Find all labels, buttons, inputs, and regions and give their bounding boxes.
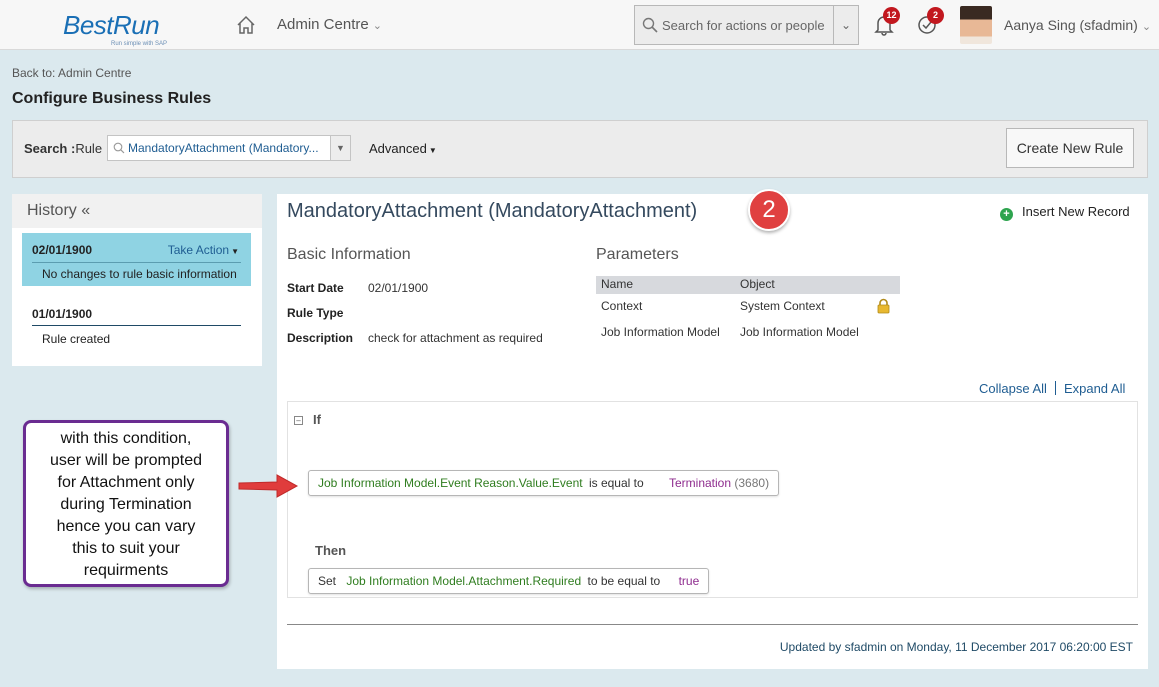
user-avatar[interactable] — [960, 6, 992, 44]
top-header: BestRun Run simple with SAP Admin Centre… — [0, 0, 1159, 50]
caret-down-icon: ▼ — [428, 146, 437, 155]
if-condition-expression[interactable]: Job Information Model.Event Reason.Value… — [308, 470, 780, 496]
back-to-admin-link[interactable]: Back to: Admin Centre — [12, 66, 131, 80]
divider — [32, 262, 241, 263]
callout-line: for Attachment only — [57, 474, 195, 491]
chevron-down-icon: ⌄ — [372, 20, 382, 32]
condition-code: (3680) — [734, 476, 770, 490]
param-name: Job Information Model — [601, 325, 720, 339]
search-label: Search :Rule — [24, 141, 102, 156]
rule-select-dropdown[interactable]: ▼ — [330, 136, 350, 160]
history-title[interactable]: History « — [12, 194, 262, 228]
admin-centre-nav[interactable]: Admin Centre ⌄ — [277, 16, 382, 33]
condition-operator: is equal to — [588, 476, 644, 490]
divider — [1054, 381, 1056, 395]
insert-new-record-link[interactable]: + Insert New Record — [1000, 204, 1130, 221]
step-number-badge: 2 — [748, 189, 790, 231]
create-new-rule-button[interactable]: Create New Rule — [1006, 128, 1134, 168]
param-name: Context — [601, 299, 643, 313]
notifications-badge: 12 — [883, 7, 900, 24]
updated-by-text: Updated by sfadmin on Monday, 11 Decembe… — [779, 640, 1133, 654]
page-title: Configure Business Rules — [12, 90, 212, 107]
callout-line: during Termination — [60, 496, 192, 513]
global-search[interactable]: Search for actions or people ⌄ — [634, 5, 859, 45]
callout-line: requirments — [83, 562, 169, 579]
lock-icon — [877, 298, 890, 314]
field-label: Description — [287, 331, 354, 345]
logo-text: BestRun — [63, 10, 160, 40]
history-item[interactable]: 01/01/1900 Rule created — [22, 300, 251, 350]
home-icon[interactable] — [235, 14, 257, 36]
history-panel: History « 02/01/1900 Take Action ▼ No cha… — [12, 194, 262, 366]
parameters-heading: Parameters — [596, 246, 679, 263]
search-dropdown-button[interactable]: ⌄ — [833, 6, 858, 44]
collapse-toggle-icon[interactable]: – — [294, 416, 303, 425]
rule-title: MandatoryAttachment (MandatoryAttachment… — [287, 200, 698, 222]
insert-record-label: Insert New Record — [1022, 204, 1130, 219]
field-label: Start Date — [287, 281, 344, 295]
search-label-rule: Rule — [75, 141, 103, 156]
collapse-all-link[interactable]: Collapse All — [979, 381, 1047, 396]
rule-expression-box: – If Job Information Model.Event Reason.… — [287, 401, 1138, 598]
action-value: true — [678, 574, 700, 588]
company-logo[interactable]: BestRun Run simple with SAP — [63, 10, 167, 47]
history-item-date: 01/01/1900 — [32, 307, 93, 321]
add-circle-icon: + — [1000, 208, 1013, 221]
field-value: 02/01/1900 — [368, 281, 429, 295]
column-header-name: Name — [601, 277, 634, 291]
take-action-menu[interactable]: Take Action ▼ — [168, 243, 239, 257]
basic-information-heading: Basic Information — [287, 246, 411, 263]
advanced-label: Advanced — [369, 141, 427, 156]
if-label: If — [313, 412, 321, 427]
field-label: Rule Type — [287, 306, 344, 320]
user-menu[interactable]: Aanya Sing (sfadmin) ⌄ — [1004, 17, 1151, 33]
take-action-label: Take Action — [167, 243, 230, 257]
callout-line: with this condition, — [60, 430, 192, 447]
rule-search-panel: Search :Rule MandatoryAttachment (Mandat… — [12, 120, 1148, 178]
callout-line: this to suit your — [72, 540, 180, 557]
rule-detail-panel: MandatoryAttachment (MandatoryAttachment… — [277, 189, 1148, 669]
action-verb: Set — [318, 574, 337, 588]
divider — [287, 624, 1138, 625]
condition-field: Job Information Model.Event Reason.Value… — [318, 476, 583, 490]
search-icon — [113, 142, 125, 154]
callout-line: user will be prompted — [49, 452, 203, 469]
then-action-expression[interactable]: Set Job Information Model.Attachment.Req… — [308, 568, 710, 594]
condition-value: Termination — [669, 476, 732, 490]
admin-centre-label: Admin Centre — [277, 16, 369, 33]
rule-select-value: MandatoryAttachment (Mandatory... — [128, 141, 319, 155]
user-name-label: Aanya Sing (sfadmin) — [1004, 17, 1138, 33]
annotation-arrow-icon — [238, 474, 299, 498]
advanced-search-toggle[interactable]: Advanced ▼ — [369, 141, 437, 156]
search-icon — [642, 17, 658, 33]
rule-select[interactable]: MandatoryAttachment (Mandatory... ▼ — [107, 135, 351, 161]
action-field: Job Information Model.Attachment.Require… — [346, 574, 582, 588]
callout-line: hence you can vary — [56, 518, 196, 535]
caret-down-icon: ▼ — [231, 247, 239, 256]
param-object: System Context — [740, 299, 825, 313]
field-value: check for attachment as required — [368, 331, 543, 345]
divider — [32, 325, 241, 326]
annotation-callout: with this condition, user will be prompt… — [23, 420, 229, 587]
table-header: Name Object — [596, 276, 900, 294]
collapse-expand-links: Collapse All Expand All — [979, 381, 1125, 396]
history-item-description: Rule created — [42, 332, 111, 346]
action-operator: to be equal to — [587, 574, 661, 588]
logo-tagline: Run simple with SAP — [111, 41, 168, 47]
history-item-date: 02/01/1900 — [32, 243, 93, 257]
parameters-table: Name Object Context System Context Job I… — [596, 276, 900, 346]
history-item-description: No changes to rule basic information — [42, 267, 237, 281]
then-label: Then — [315, 543, 347, 558]
chevron-down-icon: ⌄ — [1141, 21, 1152, 33]
search-placeholder: Search for actions or people — [662, 18, 825, 33]
column-header-object: Object — [740, 277, 775, 291]
expand-all-link[interactable]: Expand All — [1064, 381, 1125, 396]
table-row: Job Information Model Job Information Mo… — [596, 320, 900, 346]
table-row: Context System Context — [596, 294, 900, 320]
todo-badge: 2 — [927, 7, 944, 24]
param-object: Job Information Model — [740, 325, 859, 339]
history-item-selected[interactable]: 02/01/1900 Take Action ▼ No changes to ru… — [22, 233, 251, 286]
search-label-bold: Search : — [24, 141, 76, 156]
